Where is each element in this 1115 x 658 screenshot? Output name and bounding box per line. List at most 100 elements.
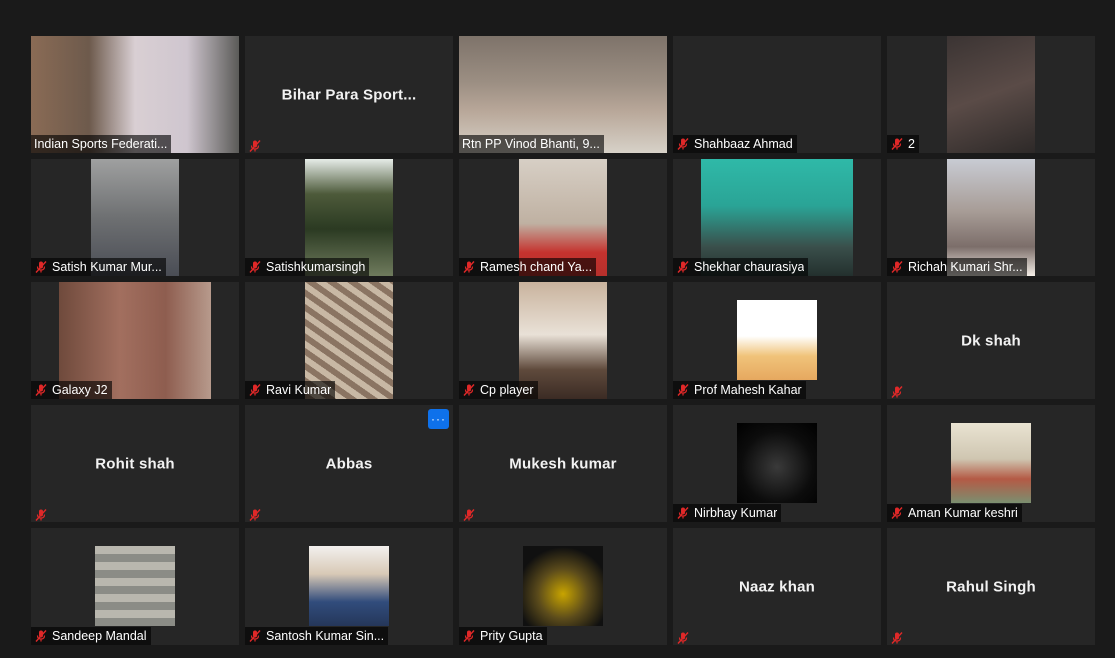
- participant-video: [95, 546, 175, 626]
- participant-name: Indian Sports Federati...: [34, 137, 168, 151]
- participant-video: [951, 423, 1031, 503]
- participant-name: Prity Gupta: [480, 629, 543, 643]
- participant-name-label: [887, 631, 908, 645]
- microphone-muted-icon: [248, 139, 262, 153]
- participant-name-label: Rtn PP Vinod Bhanti, 9...: [459, 135, 604, 153]
- microphone-muted-icon: [890, 260, 904, 274]
- participant-name-label: Shahbaaz Ahmad: [673, 135, 797, 153]
- microphone-muted-icon: [676, 506, 690, 520]
- participant-tile[interactable]: Indian Sports Federati...: [31, 36, 239, 153]
- participant-tile[interactable]: Abbas ···: [245, 405, 453, 522]
- participant-name: Shekhar chaurasiya: [694, 260, 805, 274]
- participant-name-label: Richah Kumari Shr...: [887, 258, 1027, 276]
- participant-name-label: Aman Kumar keshri: [887, 504, 1022, 522]
- participant-name-label: Satishkumarsingh: [245, 258, 370, 276]
- microphone-muted-icon: [34, 383, 48, 397]
- participant-display-name: Rohit shah: [95, 455, 175, 472]
- participant-tile[interactable]: Rtn PP Vinod Bhanti, 9...: [459, 36, 667, 153]
- participant-name-label: Satish Kumar Mur...: [31, 258, 166, 276]
- participant-name-label: Prity Gupta: [459, 627, 547, 645]
- participant-tile[interactable]: Naaz khan: [673, 528, 881, 645]
- microphone-muted-icon: [676, 383, 690, 397]
- participant-name: Galaxy J2: [52, 383, 108, 397]
- participant-name: Ramesh chand Ya...: [480, 260, 593, 274]
- participant-name: Satish Kumar Mur...: [52, 260, 162, 274]
- microphone-muted-icon: [462, 383, 476, 397]
- participant-name: 2: [908, 137, 915, 151]
- participant-tile[interactable]: 2: [887, 36, 1095, 153]
- microphone-muted-icon: [248, 260, 262, 274]
- participant-name-label: [887, 385, 908, 399]
- participant-video: [737, 300, 817, 380]
- participant-name-label: Ravi Kumar: [245, 381, 336, 399]
- participant-tile[interactable]: Shahbaaz Ahmad: [673, 36, 881, 153]
- microphone-muted-icon: [34, 508, 48, 522]
- participant-name: Satishkumarsingh: [266, 260, 366, 274]
- participant-tile[interactable]: Galaxy J2: [31, 282, 239, 399]
- participant-name: Prof Mahesh Kahar: [694, 383, 802, 397]
- participant-name: Shahbaaz Ahmad: [694, 137, 793, 151]
- participant-tile[interactable]: Mukesh kumar: [459, 405, 667, 522]
- participant-name: Aman Kumar keshri: [908, 506, 1018, 520]
- participant-display-name: Mukesh kumar: [509, 455, 617, 472]
- participant-name: Richah Kumari Shr...: [908, 260, 1023, 274]
- microphone-muted-icon: [890, 506, 904, 520]
- participant-video: [737, 423, 817, 503]
- participant-name: Nirbhay Kumar: [694, 506, 778, 520]
- participant-name: Rtn PP Vinod Bhanti, 9...: [462, 137, 600, 151]
- participant-name-label: Cp player: [459, 381, 538, 399]
- participant-video: [947, 36, 1035, 153]
- participant-tile[interactable]: Prity Gupta: [459, 528, 667, 645]
- participant-display-name: Dk shah: [961, 332, 1021, 349]
- participant-display-name: Bihar Para Sport...: [281, 86, 417, 103]
- microphone-muted-icon: [890, 631, 904, 645]
- microphone-muted-icon: [462, 629, 476, 643]
- participant-name: Santosh Kumar Sin...: [266, 629, 385, 643]
- participant-name-label: Shekhar chaurasiya: [673, 258, 809, 276]
- participant-tile[interactable]: Prof Mahesh Kahar: [673, 282, 881, 399]
- microphone-muted-icon: [34, 629, 48, 643]
- participant-video: [523, 546, 603, 626]
- microphone-muted-icon: [462, 508, 476, 522]
- participant-video: [309, 546, 389, 626]
- participant-tile[interactable]: Satishkumarsingh: [245, 159, 453, 276]
- participant-tile[interactable]: Nirbhay Kumar: [673, 405, 881, 522]
- microphone-muted-icon: [890, 385, 904, 399]
- participant-display-name: Rahul Singh: [946, 578, 1036, 595]
- participant-tile[interactable]: Shekhar chaurasiya: [673, 159, 881, 276]
- microphone-muted-icon: [676, 260, 690, 274]
- more-options-button[interactable]: ···: [428, 409, 449, 429]
- participant-name-label: Ramesh chand Ya...: [459, 258, 597, 276]
- participant-tile[interactable]: Santosh Kumar Sin...: [245, 528, 453, 645]
- participant-tile[interactable]: Richah Kumari Shr...: [887, 159, 1095, 276]
- participant-name-label: 2: [887, 135, 919, 153]
- participant-tile[interactable]: Bihar Para Sport...: [245, 36, 453, 153]
- participant-tile[interactable]: Aman Kumar keshri: [887, 405, 1095, 522]
- participant-tile[interactable]: Ravi Kumar: [245, 282, 453, 399]
- participant-name-label: [31, 508, 52, 522]
- participant-name-label: Galaxy J2: [31, 381, 112, 399]
- participant-display-name: Naaz khan: [739, 578, 815, 595]
- microphone-muted-icon: [676, 631, 690, 645]
- participant-name-label: Nirbhay Kumar: [673, 504, 782, 522]
- participant-name-label: Sandeep Mandal: [31, 627, 151, 645]
- gallery-view: Indian Sports Federati... Bihar Para Spor…: [31, 36, 1095, 645]
- participant-tile[interactable]: Rohit shah: [31, 405, 239, 522]
- microphone-muted-icon: [248, 508, 262, 522]
- participant-name-label: Indian Sports Federati...: [31, 135, 172, 153]
- microphone-muted-icon: [890, 137, 904, 151]
- participant-tile[interactable]: Cp player: [459, 282, 667, 399]
- participant-tile[interactable]: Ramesh chand Ya...: [459, 159, 667, 276]
- participant-name-label: [673, 631, 694, 645]
- participant-name-label: [245, 508, 266, 522]
- participant-tile[interactable]: Dk shah: [887, 282, 1095, 399]
- participant-tile[interactable]: Sandeep Mandal: [31, 528, 239, 645]
- participant-tile[interactable]: Rahul Singh: [887, 528, 1095, 645]
- participant-tile[interactable]: Satish Kumar Mur...: [31, 159, 239, 276]
- participant-name-label: Prof Mahesh Kahar: [673, 381, 806, 399]
- microphone-muted-icon: [34, 260, 48, 274]
- microphone-muted-icon: [462, 260, 476, 274]
- participant-name: Cp player: [480, 383, 534, 397]
- participant-name-label: Santosh Kumar Sin...: [245, 627, 389, 645]
- participant-name-label: [245, 139, 266, 153]
